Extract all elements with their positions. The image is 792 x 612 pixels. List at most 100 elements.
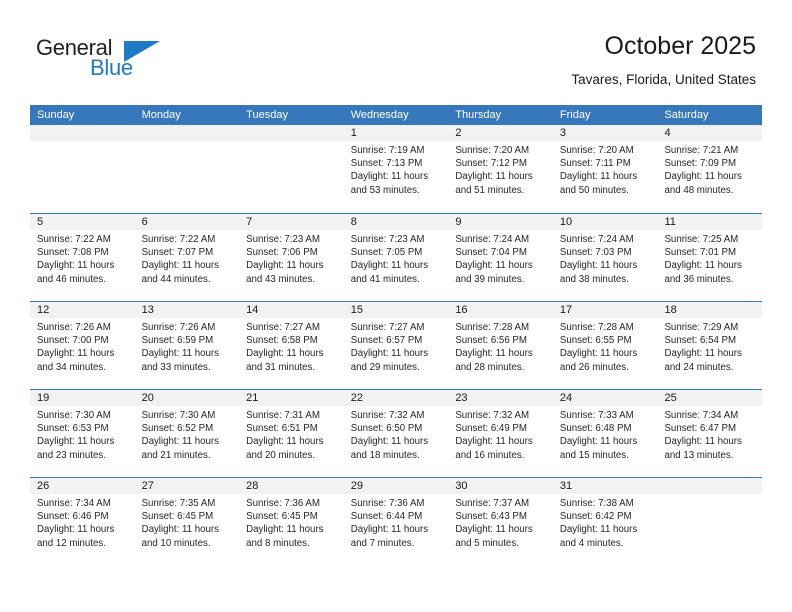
daylight-duration-line2: and 29 minutes. <box>350 361 420 373</box>
calendar-day-cell[interactable]: 2 Sunrise: 7:20 AM Sunset: 7:12 PM Daylight… <box>448 125 553 213</box>
daylight-duration-line2: and 10 minutes. <box>141 537 211 549</box>
day-details: Sunrise: 7:32 AM Sunset: 6:49 PM Daylight:… <box>448 406 553 462</box>
day-details: Sunrise: 7:24 AM Sunset: 7:04 PM Daylight:… <box>448 230 553 286</box>
calendar-day-cell[interactable]: 17 Sunrise: 7:28 AM Sunset: 6:55 PM Dayligh… <box>552 302 658 389</box>
calendar-day-cell[interactable]: 5 Sunrise: 7:22 AM Sunset: 7:08 PM Daylight… <box>30 214 135 301</box>
calendar-week-row: 12 Sunrise: 7:26 AM Sunset: 7:00 PM Dayligh… <box>30 301 763 389</box>
calendar-day-cell[interactable]: 12 Sunrise: 7:26 AM Sunset: 7:00 PM Dayligh… <box>30 302 135 389</box>
daylight-duration-line2: and 48 minutes. <box>664 184 734 196</box>
daylight-duration-line2: and 24 minutes. <box>664 361 734 373</box>
day-number: 7 <box>239 214 344 230</box>
sunset-time: Sunset: 6:52 PM <box>141 423 214 435</box>
calendar-day-cell[interactable]: 8 Sunrise: 7:23 AM Sunset: 7:05 PM Daylight… <box>343 214 449 301</box>
sunrise-time: Sunrise: 7:27 AM <box>246 322 320 333</box>
calendar-day-cell[interactable]: 31 Sunrise: 7:38 AM Sunset: 6:42 PM Dayligh… <box>552 478 658 565</box>
calendar-day-cell[interactable]: 4 Sunrise: 7:21 AM Sunset: 7:09 PM Daylight… <box>657 125 763 213</box>
sunset-time: Sunset: 6:54 PM <box>664 335 737 347</box>
day-details: Sunrise: 7:21 AM Sunset: 7:09 PM Daylight:… <box>657 141 762 197</box>
calendar-day-cell[interactable]: 24 Sunrise: 7:33 AM Sunset: 6:48 PM Dayligh… <box>552 390 658 477</box>
daylight-duration-line2: and 53 minutes. <box>350 184 420 196</box>
calendar-day-cell-empty <box>134 125 240 213</box>
calendar-day-cell[interactable]: 23 Sunrise: 7:32 AM Sunset: 6:49 PM Dayligh… <box>448 390 553 477</box>
sunrise-time: Sunrise: 7:26 AM <box>141 322 216 333</box>
daylight-duration-line2: and 50 minutes. <box>559 184 629 196</box>
calendar-day-cell[interactable]: 11 Sunrise: 7:25 AM Sunset: 7:01 PM Dayligh… <box>657 214 763 301</box>
calendar-day-cell[interactable]: 16 Sunrise: 7:28 AM Sunset: 6:56 PM Dayligh… <box>448 302 553 389</box>
sunrise-time: Sunrise: 7:36 AM <box>350 498 425 509</box>
daylight-duration-line2: and 26 minutes. <box>559 361 629 373</box>
calendar-day-cell[interactable]: 3 Sunrise: 7:20 AM Sunset: 7:11 PM Daylight… <box>552 125 658 213</box>
day-number: 26 <box>30 478 135 494</box>
sunset-time: Sunset: 7:05 PM <box>350 247 423 259</box>
day-details: Sunrise: 7:26 AM Sunset: 7:00 PM Daylight:… <box>30 318 135 374</box>
daylight-duration-line2: and 44 minutes. <box>141 273 211 285</box>
day-number: 29 <box>343 478 449 494</box>
sunrise-time: Sunrise: 7:21 AM <box>664 145 739 156</box>
day-number: 2 <box>448 125 553 141</box>
day-number: 24 <box>552 390 658 406</box>
sunset-time: Sunset: 7:04 PM <box>455 247 527 259</box>
sunset-time: Sunset: 6:58 PM <box>246 335 318 347</box>
sunrise-time: Sunrise: 7:25 AM <box>664 234 739 245</box>
sunrise-time: Sunrise: 7:29 AM <box>664 322 739 333</box>
daylight-duration-line1: Daylight: 11 hours <box>350 348 429 360</box>
daylight-duration-line2: and 8 minutes. <box>246 537 310 549</box>
calendar-day-cell[interactable]: 15 Sunrise: 7:27 AM Sunset: 6:57 PM Dayligh… <box>343 302 449 389</box>
day-number: 20 <box>134 390 240 406</box>
daylight-duration-line1: Daylight: 11 hours <box>350 260 429 272</box>
day-number: 25 <box>657 390 763 406</box>
calendar-day-cell[interactable]: 27 Sunrise: 7:35 AM Sunset: 6:45 PM Dayligh… <box>134 478 240 565</box>
sunrise-time: Sunrise: 7:30 AM <box>141 410 216 421</box>
daylight-duration-line2: and 15 minutes. <box>559 449 629 461</box>
calendar-day-cell[interactable]: 28 Sunrise: 7:36 AM Sunset: 6:45 PM Dayligh… <box>239 478 344 565</box>
daylight-duration-line1: Daylight: 11 hours <box>664 436 742 448</box>
daylight-duration-line1: Daylight: 11 hours <box>350 436 429 448</box>
calendar-day-cell[interactable]: 10 Sunrise: 7:24 AM Sunset: 7:03 PM Dayligh… <box>552 214 658 301</box>
calendar-day-cell[interactable]: 30 Sunrise: 7:37 AM Sunset: 6:43 PM Dayligh… <box>448 478 553 565</box>
calendar-day-cell[interactable]: 25 Sunrise: 7:34 AM Sunset: 6:47 PM Dayligh… <box>657 390 763 477</box>
calendar-day-cell[interactable]: 1 Sunrise: 7:19 AM Sunset: 7:13 PM Daylight… <box>343 125 449 213</box>
day-number <box>239 125 344 141</box>
sunrise-time: Sunrise: 7:28 AM <box>455 322 530 333</box>
sunset-time: Sunset: 7:08 PM <box>37 247 109 259</box>
calendar-day-cell[interactable]: 7 Sunrise: 7:23 AM Sunset: 7:06 PM Daylight… <box>239 214 344 301</box>
calendar-day-cell[interactable]: 13 Sunrise: 7:26 AM Sunset: 6:59 PM Dayligh… <box>134 302 240 389</box>
daylight-duration-line2: and 5 minutes. <box>455 537 519 549</box>
calendar-day-cell[interactable]: 6 Sunrise: 7:22 AM Sunset: 7:07 PM Daylight… <box>134 214 240 301</box>
daylight-duration-line2: and 43 minutes. <box>246 273 316 285</box>
day-number <box>30 125 135 141</box>
daylight-duration-line1: Daylight: 11 hours <box>455 171 533 183</box>
day-details: Sunrise: 7:30 AM Sunset: 6:53 PM Daylight:… <box>30 406 135 462</box>
daylight-duration-line2: and 21 minutes. <box>141 449 211 461</box>
day-details: Sunrise: 7:34 AM Sunset: 6:47 PM Daylight:… <box>657 406 762 462</box>
day-details: Sunrise: 7:38 AM Sunset: 6:42 PM Daylight:… <box>553 494 658 550</box>
daylight-duration-line1: Daylight: 11 hours <box>664 171 742 183</box>
calendar-day-cell[interactable]: 14 Sunrise: 7:27 AM Sunset: 6:58 PM Dayligh… <box>239 302 344 389</box>
daylight-duration-line2: and 31 minutes. <box>246 361 316 373</box>
calendar-day-cell[interactable]: 18 Sunrise: 7:29 AM Sunset: 6:54 PM Dayligh… <box>657 302 763 389</box>
sunset-time: Sunset: 7:07 PM <box>141 247 214 259</box>
daylight-duration-line1: Daylight: 11 hours <box>455 524 533 536</box>
calendar-day-cell[interactable]: 26 Sunrise: 7:34 AM Sunset: 6:46 PM Dayligh… <box>30 478 135 565</box>
calendar-day-cell[interactable]: 20 Sunrise: 7:30 AM Sunset: 6:52 PM Dayligh… <box>134 390 240 477</box>
calendar-day-cell[interactable]: 21 Sunrise: 7:31 AM Sunset: 6:51 PM Dayligh… <box>239 390 344 477</box>
sunrise-time: Sunrise: 7:20 AM <box>559 145 634 156</box>
calendar-day-cell[interactable]: 19 Sunrise: 7:30 AM Sunset: 6:53 PM Dayligh… <box>30 390 135 477</box>
day-details: Sunrise: 7:27 AM Sunset: 6:57 PM Daylight:… <box>344 318 449 374</box>
calendar-day-cell[interactable]: 9 Sunrise: 7:24 AM Sunset: 7:04 PM Daylight… <box>448 214 553 301</box>
daylight-duration-line2: and 38 minutes. <box>559 273 629 285</box>
day-number: 30 <box>448 478 553 494</box>
weekday-header-row: Sunday Monday Tuesday Wednesday Thursday Frid… <box>30 105 762 125</box>
calendar-day-cell[interactable]: 29 Sunrise: 7:36 AM Sunset: 6:44 PM Dayligh… <box>343 478 449 565</box>
daylight-duration-line1: Daylight: 11 hours <box>455 436 533 448</box>
weekday-header-thursday: Thursday <box>455 109 502 121</box>
sunrise-time: Sunrise: 7:32 AM <box>350 410 425 421</box>
calendar-week-row: 5 Sunrise: 7:22 AM Sunset: 7:08 PM Daylight… <box>30 213 763 301</box>
general-blue-logo[interactable]: General Blue <box>36 36 166 86</box>
sunrise-time: Sunrise: 7:24 AM <box>455 234 530 245</box>
sunset-time: Sunset: 7:03 PM <box>559 247 632 259</box>
sunrise-time: Sunrise: 7:35 AM <box>141 498 216 509</box>
sunrise-time: Sunrise: 7:34 AM <box>37 498 111 509</box>
day-details: Sunrise: 7:20 AM Sunset: 7:11 PM Daylight:… <box>553 141 658 197</box>
calendar-day-cell[interactable]: 22 Sunrise: 7:32 AM Sunset: 6:50 PM Dayligh… <box>343 390 449 477</box>
